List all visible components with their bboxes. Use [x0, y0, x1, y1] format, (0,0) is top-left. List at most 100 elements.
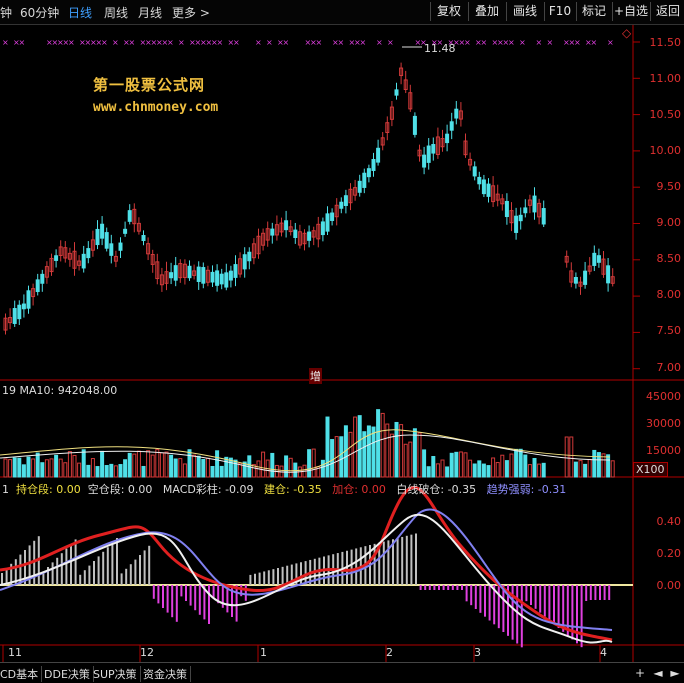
plus-icon[interactable]: + [632, 665, 648, 681]
top-toolbar: 钟 60分钟 日线 周线 月线 更多 > 复权 叠加 画线 F10 标记 +自选… [0, 0, 684, 25]
volume-tick: 30000 [646, 417, 681, 430]
volume-bar [205, 457, 210, 478]
volume-bar [219, 465, 224, 478]
volume-bar [307, 449, 312, 478]
volume-bar [100, 450, 105, 478]
volume-bar [495, 462, 500, 478]
candle-body [343, 195, 348, 206]
volume-bar [468, 459, 473, 478]
tab-daily[interactable]: 日线 [68, 4, 92, 21]
tab-more[interactable]: 更多 > [172, 4, 210, 21]
candle-body [330, 212, 335, 221]
f10-button[interactable]: F10 [544, 2, 575, 21]
candle-body [21, 303, 26, 310]
volume-bar [17, 457, 22, 478]
candle-body [54, 255, 59, 261]
tab-sup[interactable]: SUP决策 [93, 666, 141, 682]
volume-bar [58, 458, 63, 478]
tab-minute[interactable]: 钟 [0, 4, 12, 21]
candle-body [233, 264, 238, 278]
volume-bar [288, 457, 293, 478]
volume-bar [330, 439, 335, 478]
volume-bar [72, 454, 77, 478]
tab-monthly[interactable]: 月线 [138, 4, 162, 21]
tab-60min[interactable]: 60分钟 [20, 4, 59, 21]
volume-bar [578, 460, 583, 478]
signal-marker: × [266, 38, 273, 47]
volume-bar [504, 460, 509, 478]
tab-weekly[interactable]: 周线 [104, 4, 128, 21]
signal-marker: × [233, 38, 240, 47]
signal-marker: × [607, 38, 614, 47]
mark-button[interactable]: 标记 [576, 2, 611, 21]
candle-body [293, 229, 298, 238]
candle-body [357, 180, 362, 193]
signal-marker: × [101, 38, 108, 47]
volume-bar [394, 421, 399, 478]
volume-bar [136, 450, 141, 478]
candle-body [81, 253, 86, 269]
overlay-button[interactable]: 叠加 [468, 2, 505, 21]
candle-body [210, 271, 215, 283]
price-tick: 11.50 [649, 36, 682, 49]
volume-bar [353, 416, 358, 478]
candle-body [201, 267, 206, 284]
volume-bar [385, 423, 390, 478]
signal-marker: × [387, 38, 394, 47]
volume-bar [311, 448, 316, 478]
macd-tick: 0.40 [656, 515, 682, 528]
volume-bar [477, 460, 482, 478]
x-axis-label: 3 [474, 646, 481, 659]
volume-tick: 15000 [646, 444, 681, 457]
macd-item: 空仓段: 0.00 [87, 483, 153, 496]
volume-bar [454, 451, 459, 478]
back-button[interactable]: 返回 [650, 2, 684, 21]
signal-marker: × [217, 38, 224, 47]
signal-marker: × [519, 38, 526, 47]
volume-bar [587, 458, 592, 478]
macd-item: 持仓段: 0.00 [16, 483, 81, 496]
volume-bar [320, 459, 325, 478]
tab-fund[interactable]: 资金决策 [143, 666, 191, 682]
signal-marker: × [338, 38, 345, 47]
volume-bar [159, 452, 164, 478]
signal-marker: × [316, 38, 323, 47]
add-watchlist-button[interactable]: +自选 [612, 2, 649, 21]
price-tick: 8.50 [656, 252, 682, 265]
volume-bar [481, 463, 486, 478]
scroll-left-icon[interactable]: ◄ [650, 665, 666, 681]
volume-bar [606, 454, 611, 478]
candle-body [228, 270, 233, 281]
candle-body [270, 228, 275, 236]
candle-body [449, 121, 454, 131]
price-tick: 10.00 [649, 144, 682, 157]
price-tick: 9.50 [656, 180, 682, 193]
volume-bar [77, 462, 82, 478]
candle-body [173, 265, 178, 281]
price-tick: 11.00 [649, 72, 682, 85]
price-tick: 10.50 [649, 108, 682, 121]
volume-bar [12, 457, 17, 478]
volume-bar [284, 455, 289, 478]
volume-bar [54, 454, 59, 478]
volume-bar [610, 460, 615, 478]
volume-bar [500, 454, 505, 478]
signal-marker: × [129, 38, 136, 47]
draw-line-button[interactable]: 画线 [506, 2, 543, 21]
volume-bar [132, 453, 137, 478]
macd-item: 1 [2, 483, 9, 496]
volume-bar [3, 458, 8, 478]
scroll-right-icon[interactable]: ► [667, 665, 683, 681]
macd-tick: 0.20 [656, 547, 682, 560]
candle-body [481, 179, 486, 195]
tab-dde[interactable]: DDE决策 [44, 666, 94, 682]
tab-cd-basic[interactable]: CD基本 [0, 666, 43, 682]
chart-canvas[interactable]: × ×× ××××× ××××× × ×× ×××××× × ×××××× ×× × × ×× ××× ××… [0, 25, 684, 662]
x-axis-label: 11 [8, 646, 22, 659]
fuquan-button[interactable]: 复权 [430, 2, 467, 21]
diamond-icon[interactable]: ◇ [622, 26, 631, 40]
volume-bar [196, 455, 201, 478]
signal-marker: × [360, 38, 367, 47]
volume-info: 19 MA10: 942048.00 [2, 384, 118, 397]
x-axis-label: 2 [386, 646, 393, 659]
